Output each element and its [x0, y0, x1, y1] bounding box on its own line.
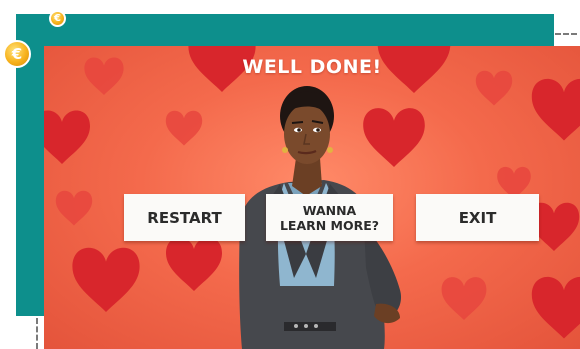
coin-symbol: € [54, 13, 61, 24]
game-screen: WELL DONE! RESTART WANNA LEARN MORE? EXI… [44, 46, 580, 349]
coin-icon-large: € [3, 40, 31, 68]
learn-more-button[interactable]: WANNA LEARN MORE? [266, 194, 393, 241]
page-title: WELL DONE! [242, 56, 382, 78]
stage: € € WELL DONE! RESTART WANNA LEARN MORE?… [0, 0, 580, 349]
exit-button[interactable]: EXIT [416, 194, 539, 241]
dashed-guide-left [36, 318, 38, 349]
restart-button[interactable]: RESTART [124, 194, 245, 241]
dashed-guide-right [555, 33, 577, 35]
coin-symbol: € [11, 45, 23, 63]
coin-icon-small: € [49, 10, 66, 27]
